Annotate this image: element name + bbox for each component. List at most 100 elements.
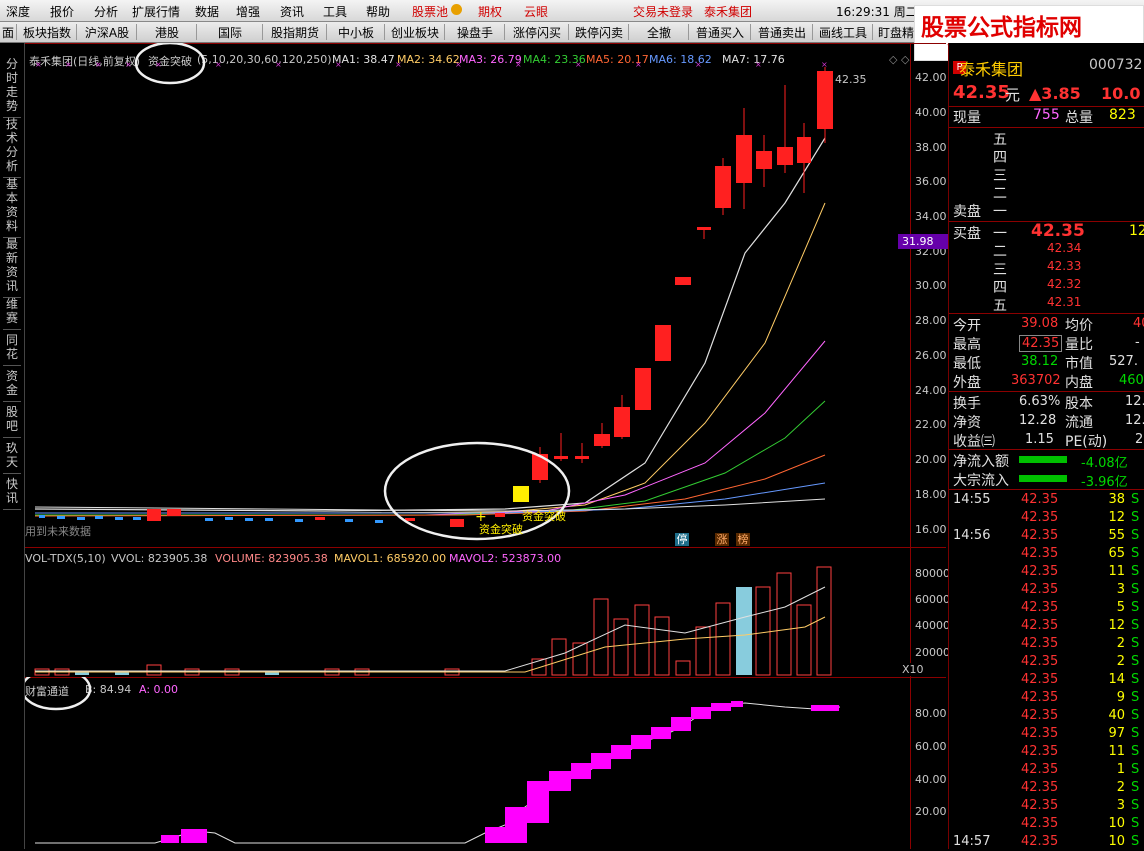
a-bar — [631, 735, 651, 749]
toolbar-item[interactable]: 普通卖出 — [752, 24, 813, 40]
toolbar-item[interactable]: 面 — [0, 24, 17, 40]
tick-side: S — [1131, 636, 1140, 651]
tick-price: 42.35 — [1021, 780, 1059, 795]
toolbar-item[interactable]: 板块指数 — [18, 24, 77, 40]
volume-bar — [675, 660, 691, 676]
tick-side: S — [1131, 492, 1140, 507]
stat-label: PE(动) — [1065, 434, 1108, 450]
tick-volume: 12 — [1108, 510, 1125, 525]
a-bar — [549, 771, 571, 791]
side-tab[interactable]: 技术分析 — [3, 117, 21, 178]
flow-bar — [1019, 475, 1067, 482]
ma4-line — [35, 400, 826, 516]
divider — [949, 127, 1144, 128]
total-label: 总量 — [1065, 110, 1093, 126]
menu-stock-pool[interactable]: 股票池 — [412, 3, 448, 20]
divider — [910, 43, 911, 849]
volume-bar — [736, 587, 752, 675]
stat-label: 流通 — [1065, 415, 1093, 431]
stat-value: 363702 — [1011, 373, 1061, 388]
menu-options[interactable]: 期权 — [478, 3, 502, 20]
sell-level: 四 — [993, 150, 1007, 166]
tick-row: 14:57 42.35 10 S — [949, 833, 1144, 851]
toolbar-item[interactable]: 画线工具 — [814, 24, 873, 40]
tick-price: 42.35 — [1021, 834, 1059, 849]
tick-row: 42.35 65 S — [949, 545, 1144, 563]
top-marker: × — [95, 60, 102, 69]
menu-help[interactable]: 帮助 — [366, 3, 390, 20]
toolbar-item[interactable]: 股指期货 — [264, 24, 327, 40]
menu-depth[interactable]: 深度 — [6, 3, 30, 20]
toolbar-item[interactable]: 港股 — [138, 24, 197, 40]
side-tab[interactable]: 维赛 — [3, 297, 21, 330]
toolbar-item[interactable]: 创业板块 — [386, 24, 445, 40]
y-tick: 28.00 — [915, 314, 947, 327]
tick-side: S — [1131, 582, 1140, 597]
mavol2-line — [35, 616, 826, 673]
toolbar-item[interactable]: 国际 — [198, 24, 263, 40]
flow-label: 净流入额 — [953, 454, 1009, 470]
side-tab[interactable]: 玖天 — [3, 441, 21, 474]
side-tab[interactable]: 最新资讯 — [3, 237, 21, 298]
login-status[interactable]: 交易未登录 — [633, 3, 693, 20]
side-tab[interactable]: 同花 — [3, 333, 21, 366]
menu-data[interactable]: 数据 — [195, 3, 219, 20]
candle — [655, 325, 671, 361]
menu-info[interactable]: 资讯 — [280, 3, 304, 20]
tick-price: 42.35 — [1021, 492, 1059, 507]
tick-side: S — [1131, 690, 1140, 705]
flow-value: -3.96亿 — [1081, 475, 1128, 490]
toolbar-item[interactable]: 全撤 — [630, 24, 689, 40]
a-bar — [485, 827, 505, 843]
current-volume: 755 — [1033, 107, 1060, 123]
high-label: 42.35 — [835, 73, 867, 86]
side-tab[interactable]: 基本资料 — [3, 177, 21, 238]
candle — [225, 517, 233, 520]
active-stock-name: 泰禾集团 — [704, 5, 753, 19]
candle — [39, 515, 45, 518]
toolbar-item[interactable]: 操盘手 — [446, 24, 505, 40]
side-tab[interactable]: 快讯 — [3, 477, 21, 510]
tick-row: 42.35 40 S — [949, 707, 1144, 725]
stat-label: 收益㈢ — [953, 434, 995, 450]
side-tab[interactable]: 分时走势 — [3, 57, 21, 118]
toolbar-item[interactable]: 跌停闪卖 — [570, 24, 629, 40]
tick-row: 42.35 9 S — [949, 689, 1144, 707]
kline-chart-area[interactable]: 泰禾集团(日线,前复权) 资金突破 (5,10,20,30,60,120,250… — [25, 43, 950, 849]
a-bar — [711, 703, 731, 711]
y-tick: 18.00 — [915, 488, 947, 501]
toolbar-item[interactable]: 涨停闪买 — [506, 24, 569, 40]
stat-value: 40 — [1133, 316, 1144, 331]
y-tick: 34.00 — [915, 210, 947, 223]
tick-volume: 2 — [1116, 654, 1125, 669]
tick-volume: 1 — [1116, 762, 1125, 777]
top-marker: × — [395, 60, 402, 69]
y-tick: 20.00 — [915, 805, 947, 818]
menu-analysis[interactable]: 分析 — [94, 3, 118, 20]
stat-value: - — [1135, 335, 1140, 350]
toolbar-item[interactable]: 盯盘精 — [874, 24, 919, 40]
tick-time: 14:55 — [953, 492, 991, 507]
tick-price: 42.35 — [1021, 582, 1059, 597]
tick-row: 14:56 42.35 55 S — [949, 527, 1144, 545]
toolbar-item[interactable]: 沪深A股 — [78, 24, 137, 40]
menu-enhance[interactable]: 增强 — [236, 3, 260, 20]
y-tick: 40.00 — [915, 106, 947, 119]
tick-volume: 11 — [1108, 744, 1125, 759]
toolbar-item[interactable]: 普通买入 — [690, 24, 751, 40]
menu-tools[interactable]: 工具 — [323, 3, 347, 20]
toolbar-item[interactable]: 中小板 — [328, 24, 385, 40]
menu-ext-market[interactable]: 扩展行情 — [132, 3, 180, 20]
tick-volume: 2 — [1116, 636, 1125, 651]
tick-price: 42.35 — [1021, 654, 1059, 669]
menu-cloud-eye[interactable]: 云眼 — [524, 3, 548, 20]
tick-volume: 3 — [1116, 798, 1125, 813]
tick-volume: 14 — [1108, 672, 1125, 687]
side-tab[interactable]: 股吧 — [3, 405, 21, 438]
tick-volume: 97 — [1108, 726, 1125, 741]
breakout-label: 资金突破 — [479, 523, 523, 536]
side-tab[interactable]: 资金 — [3, 369, 21, 402]
y-tick: 30.00 — [915, 279, 947, 292]
y-tick: 38.00 — [915, 141, 947, 154]
menu-quote[interactable]: 报价 — [50, 3, 74, 20]
